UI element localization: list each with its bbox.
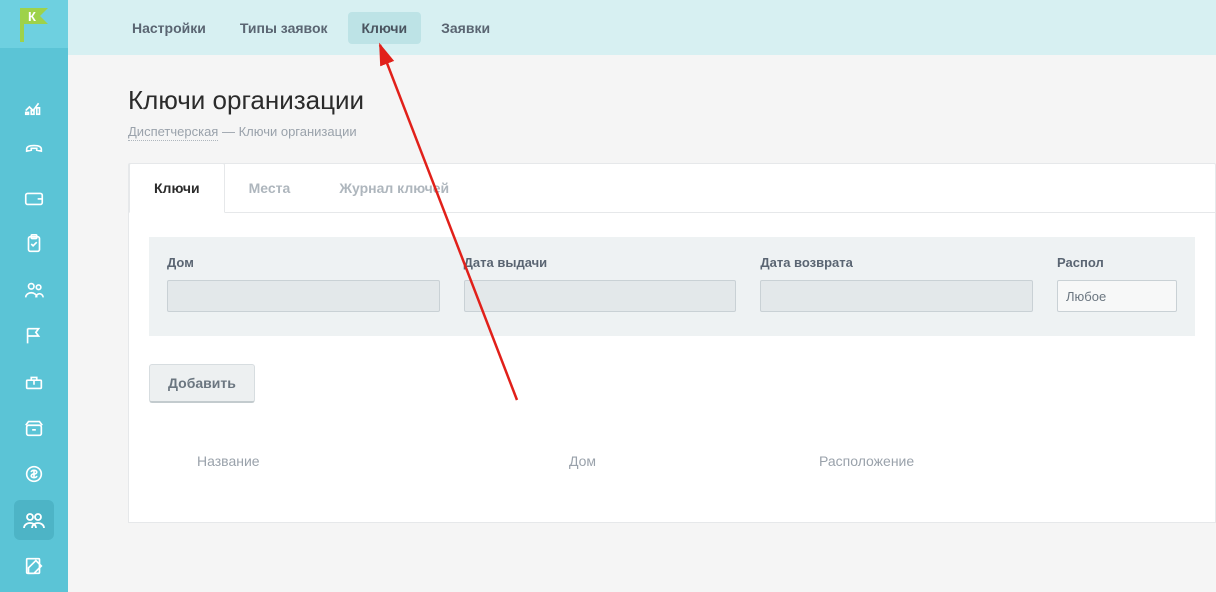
archive-icon [23,417,45,439]
sidebar-item-residents[interactable] [14,270,54,310]
breadcrumb-separator: — [218,124,238,139]
left-sidebar: К [0,0,68,592]
sidebar-item-wallet[interactable] [14,178,54,218]
flag-icon [23,325,45,347]
tab-key-log[interactable]: Журнал ключей [315,164,474,212]
filter-issue-date-input[interactable] [464,280,737,312]
sidebar-item-billing[interactable] [14,454,54,494]
topnav-settings[interactable]: Настройки [118,12,220,44]
sidebar-item-toolbox[interactable] [14,362,54,402]
sidebar-item-analytics[interactable] [14,86,54,126]
content-area: Ключи организации Диспетчерская — Ключи … [68,55,1216,592]
page-title: Ключи организации [128,85,1216,116]
coin-icon [23,463,45,485]
card: Ключи Места Журнал ключей Дом Дата выдач… [128,163,1216,523]
add-button[interactable]: Добавить [149,364,255,403]
filter-issue-date-label: Дата выдачи [464,255,737,270]
col-location: Расположение [819,453,1195,469]
wallet-icon [23,187,45,209]
svg-text:К: К [28,9,36,24]
team-icon [22,508,46,532]
topnav-keys[interactable]: Ключи [348,12,422,44]
sidebar-item-edit[interactable] [14,546,54,586]
breadcrumb-link-dispatch[interactable]: Диспетчерская [128,124,218,141]
people-icon [23,279,45,301]
filter-location-select[interactable] [1057,280,1177,312]
filters-panel: Дом Дата выдачи Дата возврата Распол [149,237,1195,336]
topnav-requests[interactable]: Заявки [427,12,504,44]
tab-keys[interactable]: Ключи [129,163,225,213]
col-name: Название [149,453,569,469]
breadcrumb: Диспетчерская — Ключи организации [128,124,1216,139]
logo-tile[interactable]: К [0,0,68,48]
tab-places[interactable]: Места [225,164,316,212]
filter-location-label: Распол [1057,255,1177,270]
top-nav: Настройки Типы заявок Ключи Заявки [68,0,1216,55]
phone-icon [23,141,45,163]
filter-return-date-label: Дата возврата [760,255,1033,270]
analytics-icon [23,95,45,117]
col-house: Дом [569,453,819,469]
toolbox-icon [23,371,45,393]
filter-return-date-input[interactable] [760,280,1033,312]
sidebar-item-calls[interactable] [14,132,54,172]
edit-icon [23,555,45,577]
sidebar-item-flag[interactable] [14,316,54,356]
clipboard-icon [23,233,45,255]
sidebar-item-staff[interactable] [14,500,54,540]
filter-house-label: Дом [167,255,440,270]
logo-icon: К [14,4,54,44]
sidebar-item-tasks[interactable] [14,224,54,264]
table-header: Название Дом Расположение [129,453,1215,469]
filter-house-input[interactable] [167,280,440,312]
breadcrumb-current: Ключи организации [239,124,357,139]
topnav-request-types[interactable]: Типы заявок [226,12,342,44]
sidebar-item-archive[interactable] [14,408,54,448]
tabs: Ключи Места Журнал ключей [129,164,1215,213]
